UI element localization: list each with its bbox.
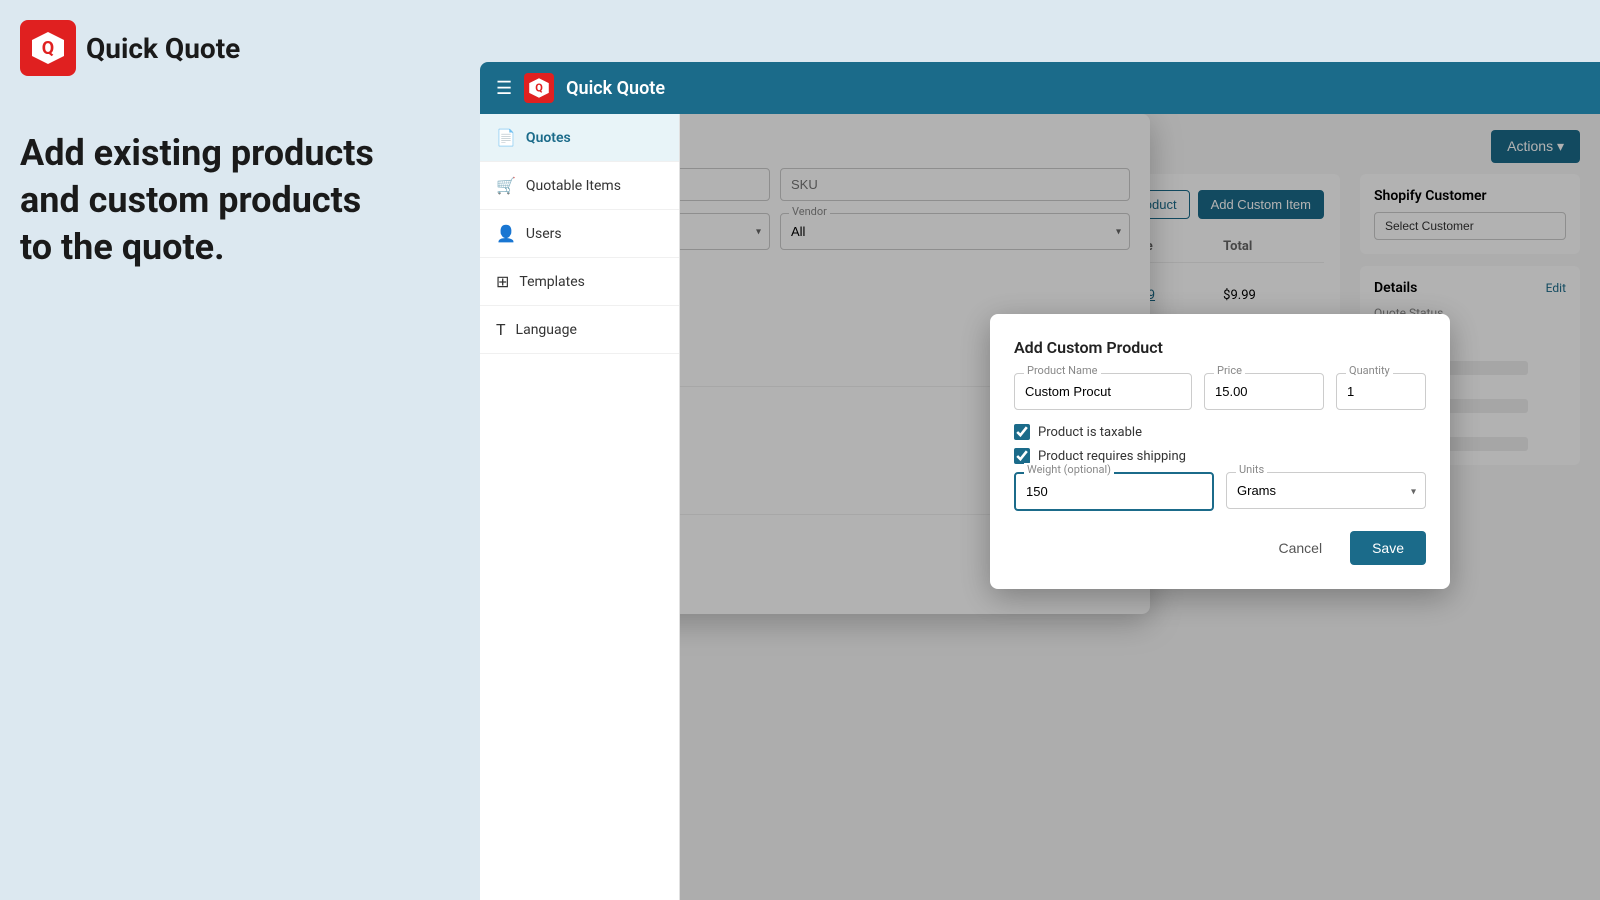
sidebar-item-quotes[interactable]: 📄 Quotes: [480, 114, 679, 162]
language-icon: T: [496, 320, 506, 339]
sidebar-item-users-label: Users: [526, 226, 562, 242]
svg-text:Q: Q: [535, 82, 543, 95]
sidebar-item-language-label: Language: [516, 322, 577, 338]
custom-product-modal: Add Custom Product Product Name Price Qu…: [990, 314, 1450, 589]
sidebar: 📄 Quotes 🛒 Quotable Items 👤 Users ⊞ Temp…: [480, 114, 680, 900]
main-content: ← Quote #349 Created: 9/8/22, 10:52 AM A…: [680, 114, 1600, 900]
sidebar-item-quotes-label: Quotes: [526, 130, 571, 146]
units-select[interactable]: Grams Kilograms Pounds Ounces: [1226, 472, 1426, 509]
users-icon: 👤: [496, 224, 516, 243]
custom-form-name-row: Product Name Price Quantity: [1014, 373, 1426, 410]
weight-label: Weight (optional): [1024, 463, 1114, 476]
sidebar-item-templates-label: Templates: [519, 274, 585, 290]
quotable-items-icon: 🛒: [496, 176, 516, 195]
price-label: Price: [1214, 364, 1245, 377]
shipping-checkbox[interactable]: [1014, 448, 1030, 464]
sidebar-item-quotable-items[interactable]: 🛒 Quotable Items: [480, 162, 679, 210]
custom-modal-title: Add Custom Product: [1014, 338, 1426, 357]
quantity-label: Quantity: [1346, 364, 1393, 377]
hamburger-icon[interactable]: ☰: [496, 78, 512, 99]
app-header: ☰ Q Quick Quote: [480, 62, 1600, 114]
sidebar-item-templates[interactable]: ⊞ Templates: [480, 258, 679, 306]
taxable-checkbox[interactable]: [1014, 424, 1030, 440]
shipping-row: Product requires shipping: [1014, 448, 1426, 464]
quotes-icon: 📄: [496, 128, 516, 147]
shipping-label: Product requires shipping: [1038, 449, 1186, 464]
cancel-button[interactable]: Cancel: [1260, 531, 1340, 565]
app-header-logo-icon: Q: [524, 73, 554, 103]
units-field: Units Grams Kilograms Pounds Ounces ▾: [1226, 472, 1426, 511]
brand-name: Quick Quote: [86, 32, 240, 65]
weight-input[interactable]: [1014, 472, 1214, 511]
taxable-row: Product is taxable: [1014, 424, 1426, 440]
brand-area: Q Quick Quote: [20, 20, 240, 76]
product-name-label: Product Name: [1024, 364, 1101, 377]
custom-modal-footer: Cancel Save: [1014, 531, 1426, 565]
save-button[interactable]: Save: [1350, 531, 1426, 565]
price-field: Price: [1204, 373, 1324, 410]
svg-text:Q: Q: [42, 38, 54, 59]
weight-field: Weight (optional): [1014, 472, 1214, 511]
app-title: Quick Quote: [566, 78, 665, 99]
headline-text: Add existing products and custom product…: [20, 130, 374, 270]
templates-icon: ⊞: [496, 272, 509, 291]
sidebar-item-language[interactable]: T Language: [480, 306, 679, 354]
product-name-input[interactable]: [1014, 373, 1192, 410]
quantity-field: Quantity: [1336, 373, 1426, 410]
sidebar-item-users[interactable]: 👤 Users: [480, 210, 679, 258]
taxable-label: Product is taxable: [1038, 425, 1142, 440]
units-label: Units: [1236, 463, 1267, 476]
weight-row: Weight (optional) Units Grams Kilograms …: [1014, 472, 1426, 511]
app-window: ☰ Q Quick Quote 📄 Quotes 🛒 Quotable Item…: [480, 62, 1600, 900]
product-name-field: Product Name: [1014, 373, 1192, 410]
sidebar-item-quotable-label: Quotable Items: [526, 178, 621, 194]
quantity-input-custom[interactable]: [1336, 373, 1426, 410]
brand-logo-icon: Q: [20, 20, 76, 76]
price-input[interactable]: [1204, 373, 1324, 410]
